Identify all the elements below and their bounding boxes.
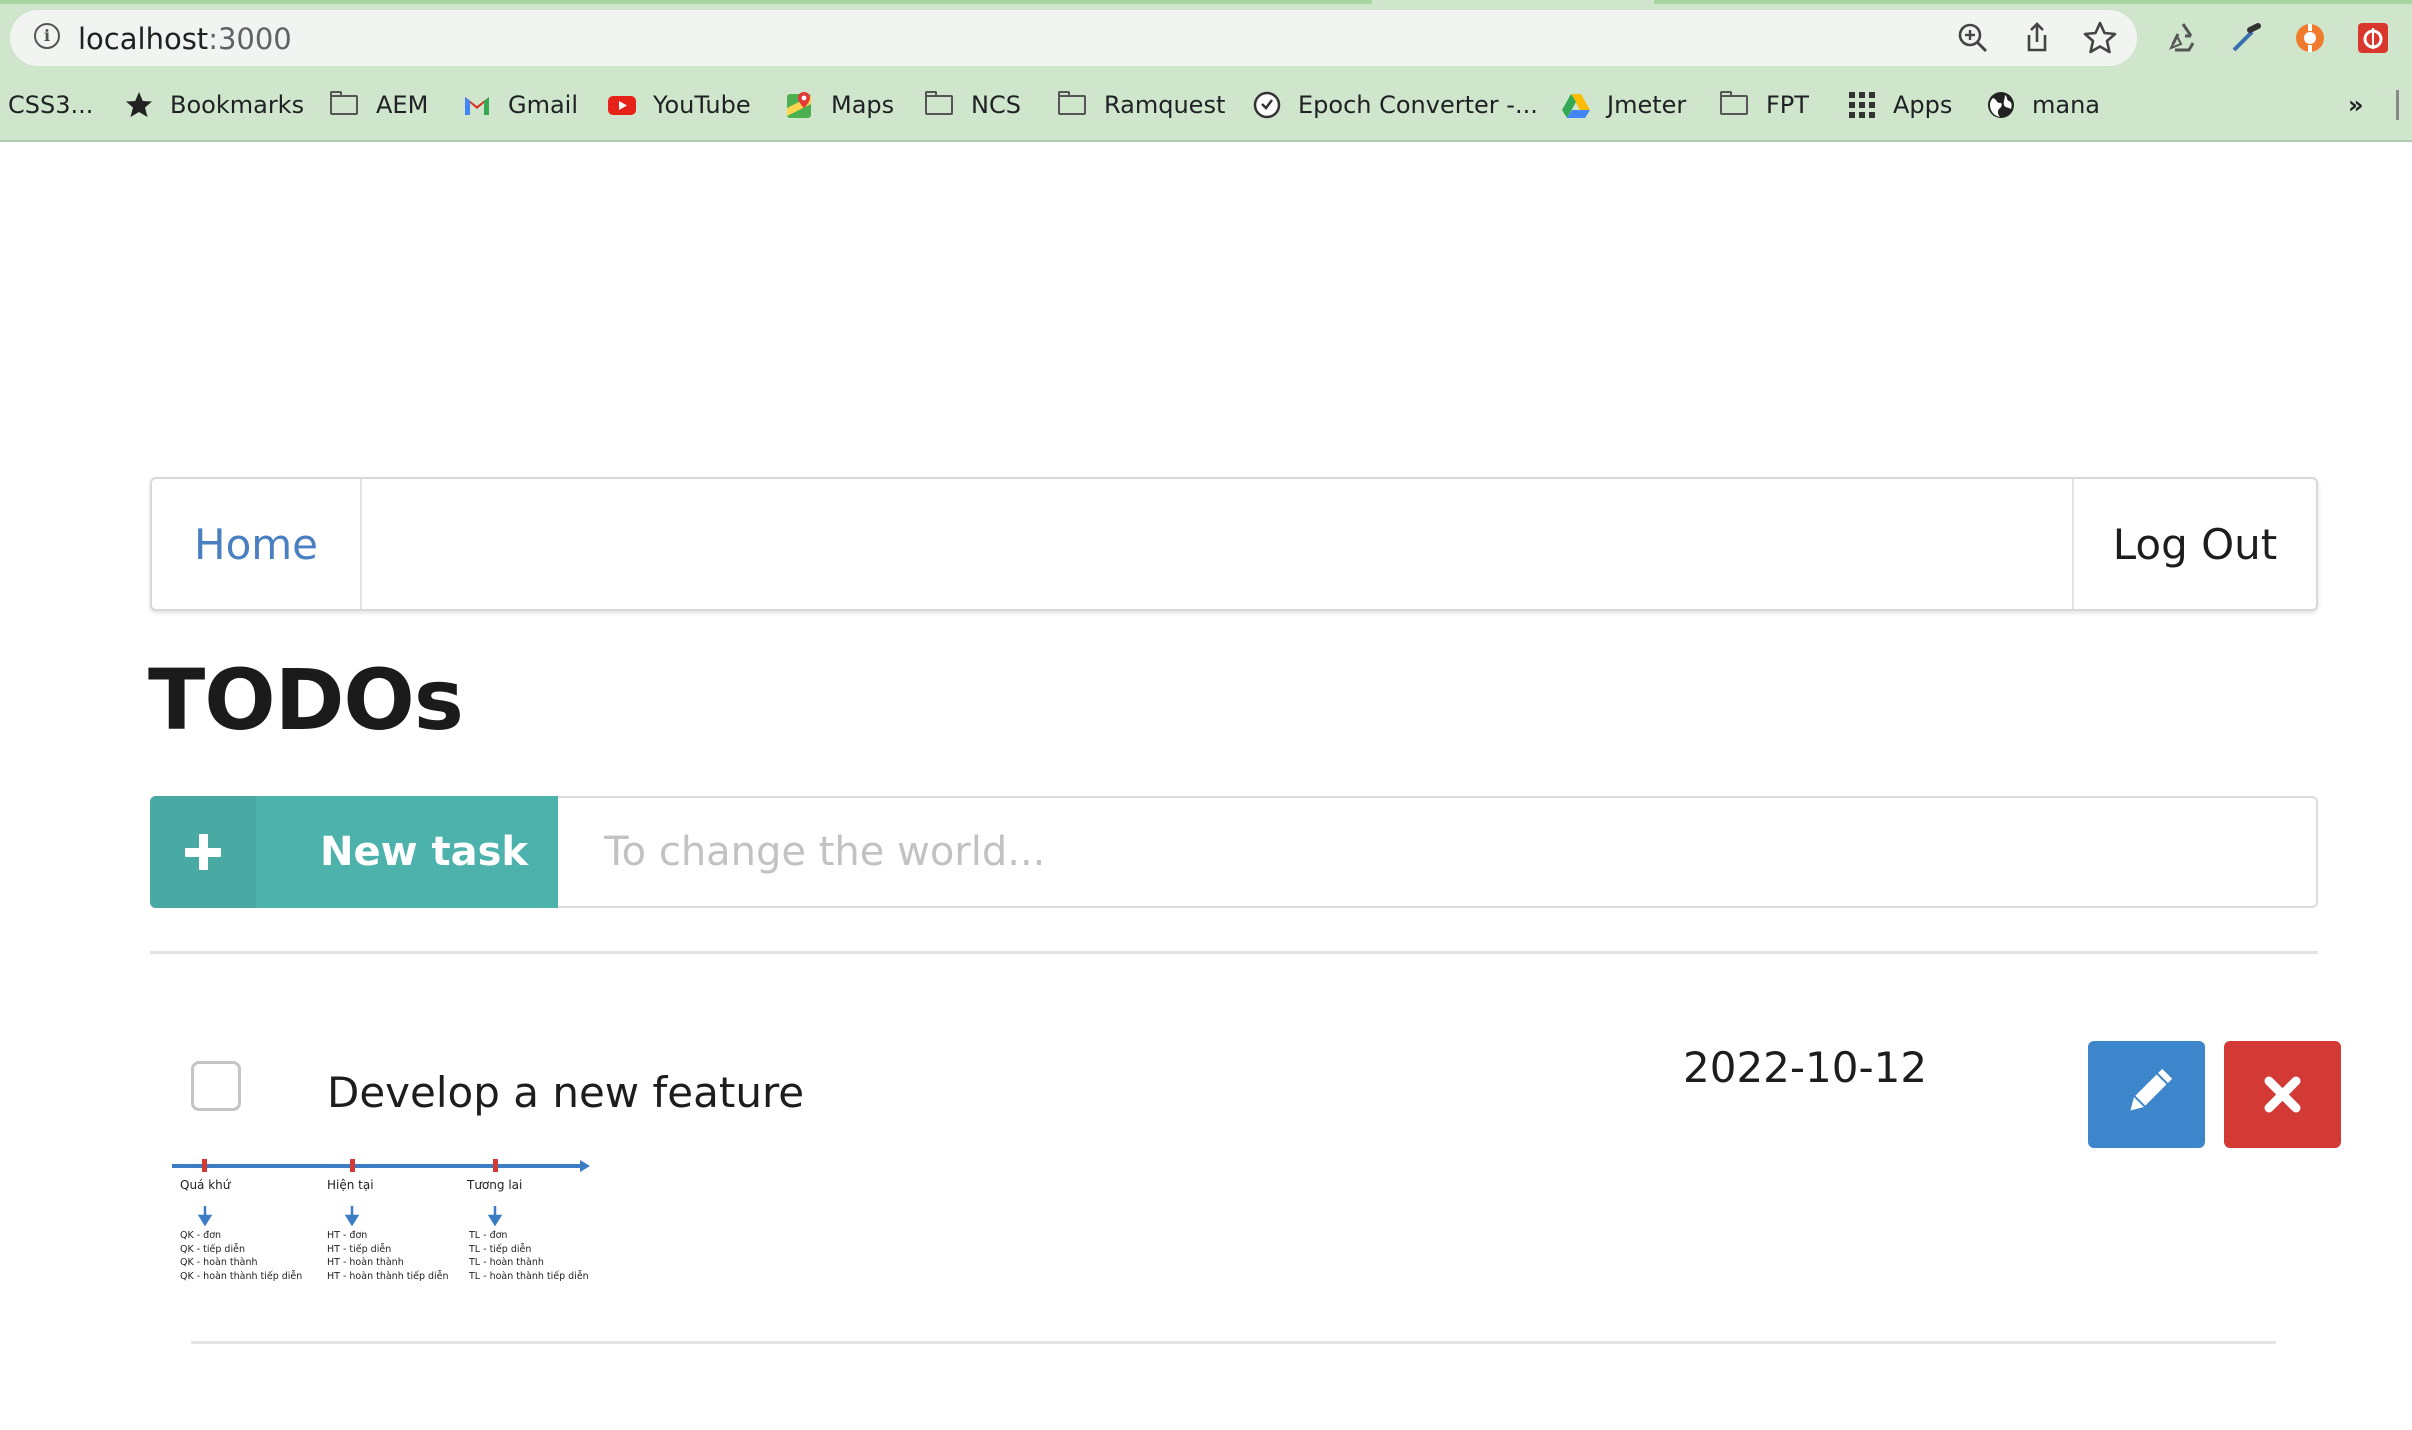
timeline-item: QK - đơn	[180, 1230, 221, 1241]
folder-icon	[330, 90, 360, 120]
bookmark-jmeter[interactable]: Jmeter	[1561, 82, 1686, 128]
folder-icon	[925, 90, 955, 120]
divider	[150, 951, 2318, 954]
plus-icon	[150, 796, 256, 908]
bookmark-css3[interactable]: CSS3...	[8, 82, 93, 128]
nav-logout-link[interactable]: Log Out	[2072, 479, 2316, 609]
folder-icon	[1058, 90, 1088, 120]
todo-divider	[191, 1341, 2276, 1344]
timeline-label: Hiện tại	[327, 1178, 374, 1192]
maps-icon	[787, 92, 811, 118]
bookmark-epoch-converter[interactable]: Epoch Converter -...	[1252, 82, 1538, 128]
timeline-item: QK - tiếp diễn	[180, 1244, 245, 1255]
address-bar[interactable]: i localhost:3000	[10, 10, 2137, 66]
timeline-item: HT - hoàn thành	[327, 1257, 404, 1268]
star-bookmark-icon[interactable]	[2082, 20, 2118, 56]
page-title: TODOs	[148, 651, 464, 749]
bookmark-ramquest[interactable]: Ramquest	[1058, 82, 1225, 128]
star-icon	[126, 92, 152, 117]
timeline-item: QK - hoàn thành tiếp diễn	[180, 1271, 302, 1282]
drive-icon	[1562, 94, 1590, 118]
timeline-label: Quá khứ	[180, 1178, 232, 1192]
new-task-input[interactable]	[558, 796, 2318, 908]
todo-title: Develop a new feature	[327, 1068, 805, 1117]
bookmarks-overflow-button[interactable]: »	[2348, 82, 2364, 128]
browser-toolbar: i localhost:3000 CSS3... Bookmarks AEM G…	[0, 0, 2412, 142]
bookmark-fpt[interactable]: FPT	[1720, 82, 1809, 128]
url-text[interactable]: localhost:3000	[78, 22, 292, 56]
timeline-item: HT - tiếp diễn	[327, 1244, 391, 1255]
share-icon[interactable]	[2019, 20, 2055, 56]
recycle-extension-icon[interactable]	[2163, 18, 2203, 58]
timeline-label: Tương lai	[466, 1178, 522, 1192]
timeline-item: TL - tiếp diễn	[468, 1244, 531, 1255]
top-navbar: Home Log Out	[150, 477, 2318, 611]
delete-button[interactable]	[2224, 1041, 2341, 1148]
eyedropper-extension-icon[interactable]	[2226, 18, 2266, 58]
youtube-icon	[608, 96, 636, 115]
clock-icon	[1253, 91, 1281, 119]
todo-checkbox[interactable]	[191, 1061, 241, 1111]
timeline-item: QK - hoàn thành	[180, 1257, 257, 1268]
bookmarks-bar: CSS3... Bookmarks AEM Gmail YouTube Maps…	[0, 82, 2412, 128]
bookmark-apps[interactable]: Apps	[1847, 82, 1952, 128]
bookmark-gmail[interactable]: Gmail	[462, 82, 578, 128]
close-icon	[2264, 1076, 2301, 1113]
edit-button[interactable]	[2088, 1041, 2205, 1148]
timeline-item: HT - đơn	[327, 1230, 367, 1241]
bug-extension-icon[interactable]	[2353, 18, 2393, 58]
folder-icon	[1720, 90, 1750, 120]
todo-date: 2022-10-12	[1683, 1043, 1928, 1092]
zoom-icon[interactable]	[1955, 20, 1991, 56]
bookmark-ncs[interactable]: NCS	[925, 82, 1021, 128]
gmail-icon	[465, 97, 489, 115]
pencil-icon	[2130, 1068, 2173, 1111]
lifebuoy-extension-icon[interactable]	[2290, 18, 2330, 58]
bookmark-youtube[interactable]: YouTube	[607, 82, 751, 128]
timeline-item: TL - hoàn thành tiếp diễn	[468, 1271, 589, 1282]
globe-icon	[1988, 92, 2014, 118]
tab-strip-edge	[1654, 0, 2412, 4]
bookmarks-separator	[2396, 90, 2399, 120]
bookmark-mana[interactable]: mana	[1986, 82, 2100, 128]
nav-home-link[interactable]: Home	[152, 479, 362, 609]
bookmark-bookmarks[interactable]: Bookmarks	[124, 82, 304, 128]
bookmark-aem[interactable]: AEM	[330, 82, 428, 128]
bookmark-maps[interactable]: Maps	[785, 82, 894, 128]
new-task-button[interactable]: New task	[150, 796, 558, 908]
site-info-icon[interactable]: i	[34, 23, 60, 49]
apps-grid-icon	[1849, 92, 1875, 118]
tab-strip-edge	[0, 0, 1372, 4]
timeline-item: TL - đơn	[468, 1230, 507, 1241]
new-task-label: New task	[320, 829, 529, 875]
timeline-item: TL - hoàn thành	[468, 1257, 544, 1268]
timeline-item: HT - hoàn thành tiếp diễn	[327, 1271, 449, 1282]
todo-attachment-image: Quá khứ Hiện tại Tương lai QK - đơn QK -…	[172, 1159, 590, 1282]
